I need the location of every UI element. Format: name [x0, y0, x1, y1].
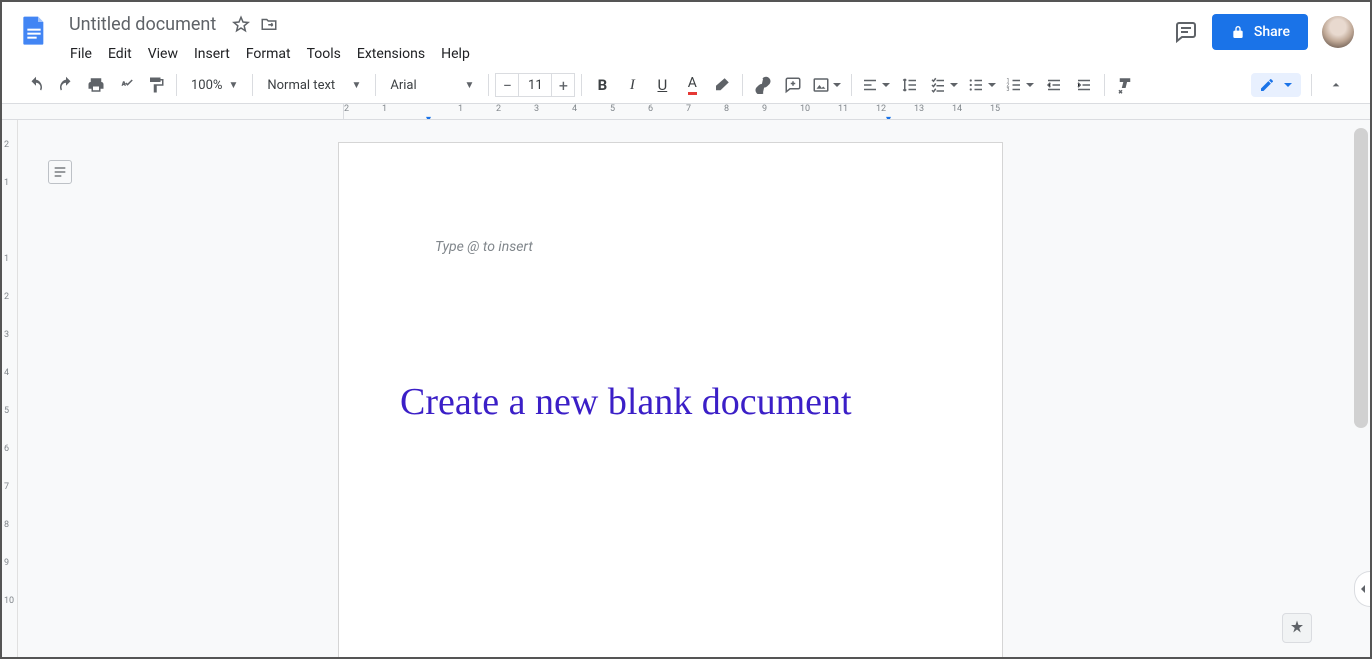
ruler-tick: 1 — [458, 104, 463, 114]
align-button[interactable] — [858, 71, 894, 99]
menu-tools[interactable]: Tools — [299, 42, 349, 66]
ruler-tick: 9 — [4, 558, 9, 568]
underline-button[interactable]: U — [648, 71, 676, 99]
numbered-list-button[interactable]: 123 — [1002, 71, 1038, 99]
bulleted-list-button[interactable] — [964, 71, 1000, 99]
ruler-tick: 4 — [4, 368, 9, 378]
font-select[interactable]: Arial▼ — [382, 72, 482, 98]
comment-history-icon[interactable] — [1174, 20, 1198, 44]
menu-bar: File Edit View Insert Format Tools Exten… — [62, 40, 1174, 68]
clear-formatting-button[interactable] — [1111, 71, 1139, 99]
doc-title-input[interactable]: Untitled document — [62, 11, 223, 38]
ruler-tick: 9 — [762, 104, 767, 114]
ruler-tick: 13 — [914, 104, 924, 114]
hide-menus-button[interactable] — [1322, 71, 1350, 99]
pencil-icon — [1259, 77, 1275, 93]
ruler-tick: 2 — [496, 104, 501, 114]
ruler-tick: 2 — [4, 292, 9, 302]
spellcheck-button[interactable] — [112, 71, 140, 99]
document-page[interactable]: Type @ to insert — [338, 142, 1003, 657]
ruler-tick: 7 — [686, 104, 691, 114]
indent-increase-button[interactable] — [1070, 71, 1098, 99]
ruler-tick: 3 — [534, 104, 539, 114]
document-canvas[interactable]: Type @ to insert — [18, 120, 1370, 657]
ruler-tick: 6 — [4, 444, 9, 454]
editing-mode-button[interactable] — [1251, 73, 1301, 97]
svg-text:3: 3 — [1007, 87, 1010, 93]
ruler-tick: 10 — [4, 596, 14, 606]
explore-button[interactable] — [1282, 613, 1312, 643]
italic-button[interactable]: I — [618, 71, 646, 99]
ruler-tick: 1 — [382, 104, 387, 114]
text-color-button[interactable]: A — [678, 71, 706, 99]
menu-insert[interactable]: Insert — [186, 42, 238, 66]
fontsize-increase-button[interactable]: + — [551, 73, 575, 97]
ruler-tick: 12 — [876, 104, 886, 114]
star-icon[interactable] — [231, 14, 251, 34]
redo-button[interactable] — [52, 71, 80, 99]
ruler-tick: 2 — [344, 104, 349, 114]
ruler-tick: 5 — [4, 406, 9, 416]
menu-edit[interactable]: Edit — [100, 42, 140, 66]
highlight-button[interactable] — [708, 71, 736, 99]
paint-format-button[interactable] — [142, 71, 170, 99]
insert-link-button[interactable] — [749, 71, 777, 99]
menu-file[interactable]: File — [62, 42, 100, 66]
zoom-select[interactable]: 100%▼ — [183, 72, 246, 98]
toolbar: 100%▼ Normal text▼ Arial▼ − 11 + B I U A… — [2, 66, 1370, 104]
menu-extensions[interactable]: Extensions — [349, 42, 433, 66]
ruler-tick: 8 — [4, 520, 9, 530]
fontsize-decrease-button[interactable]: − — [495, 73, 519, 97]
share-button[interactable]: Share — [1212, 14, 1308, 50]
account-avatar[interactable] — [1322, 16, 1354, 48]
menu-format[interactable]: Format — [238, 42, 299, 66]
ruler-tick: 14 — [952, 104, 962, 114]
ruler-vertical[interactable]: 2 1 1 2 3 4 5 6 7 8 9 10 — [2, 120, 18, 657]
add-comment-button[interactable] — [779, 71, 807, 99]
menu-view[interactable]: View — [140, 42, 186, 66]
move-icon[interactable] — [259, 14, 279, 34]
paragraph-style-select[interactable]: Normal text▼ — [259, 72, 369, 98]
ruler-horizontal[interactable]: ▾ ▾ 21123456789101112131415 — [2, 104, 1370, 120]
print-button[interactable] — [82, 71, 110, 99]
lock-icon — [1230, 24, 1246, 40]
share-label: Share — [1254, 24, 1290, 40]
undo-button[interactable] — [22, 71, 50, 99]
indent-decrease-button[interactable] — [1040, 71, 1068, 99]
ruler-tick: 4 — [572, 104, 577, 114]
bold-button[interactable]: B — [588, 71, 616, 99]
ruler-tick: 2 — [4, 140, 9, 150]
ruler-tick: 10 — [800, 104, 810, 114]
ruler-tick: 3 — [4, 330, 9, 340]
ruler-tick: 7 — [4, 482, 9, 492]
docs-logo[interactable] — [14, 10, 54, 50]
fontsize-input[interactable]: 11 — [519, 73, 551, 97]
insert-image-button[interactable] — [809, 71, 845, 99]
ruler-tick: 5 — [610, 104, 615, 114]
line-spacing-button[interactable] — [896, 71, 924, 99]
menu-help[interactable]: Help — [433, 42, 478, 66]
ruler-tick: 6 — [648, 104, 653, 114]
ruler-tick: 1 — [4, 178, 9, 188]
ruler-tick: 15 — [990, 104, 1000, 114]
outline-toggle-button[interactable] — [48, 160, 72, 184]
checklist-button[interactable] — [926, 71, 962, 99]
ruler-tick: 11 — [838, 104, 848, 114]
ruler-tick: 1 — [4, 254, 9, 264]
document-placeholder: Type @ to insert — [435, 239, 533, 255]
ruler-tick: 8 — [724, 104, 729, 114]
